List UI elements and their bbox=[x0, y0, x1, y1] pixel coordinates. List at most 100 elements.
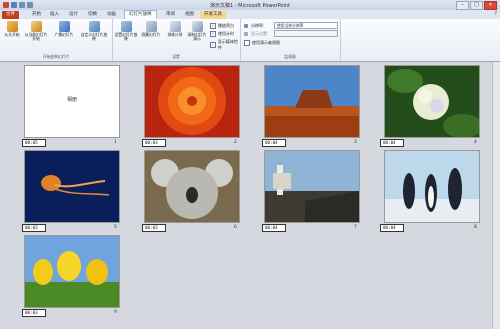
tab-review[interactable]: 审阅 bbox=[162, 11, 179, 19]
slide-number: 4 bbox=[474, 140, 477, 145]
from-beginning-button[interactable]: 从头开始 bbox=[2, 21, 22, 37]
slide-number: 1 bbox=[114, 140, 117, 145]
penguins-photo bbox=[385, 151, 479, 222]
slide-title-text: 相册 bbox=[66, 97, 77, 103]
resolution-icon bbox=[244, 24, 248, 28]
show-media-label: 显示媒体控件 bbox=[217, 39, 238, 50]
from-current-button[interactable]: 从当前幻灯片开始 bbox=[24, 21, 48, 41]
custom-show-label: 自定义幻灯片放映 bbox=[80, 32, 108, 42]
slide-thumbnail-8[interactable] bbox=[384, 150, 480, 223]
presenter-view-label: 使用演示者视图 bbox=[252, 40, 280, 45]
slide-number: 7 bbox=[354, 225, 357, 230]
slide-number: 3 bbox=[354, 140, 357, 145]
slide-thumbnail-7[interactable] bbox=[264, 150, 360, 223]
slide-thumbnail-1[interactable]: 相册 bbox=[24, 65, 120, 138]
tulips-photo bbox=[25, 236, 119, 307]
setup-show-label: 设置幻灯片放映 bbox=[114, 32, 138, 42]
tab-home[interactable]: 开始 bbox=[28, 11, 45, 19]
vertical-scrollbar[interactable] bbox=[492, 62, 500, 329]
lighthouse-photo bbox=[265, 151, 359, 222]
resolution-row: 分辨率: bbox=[244, 23, 264, 29]
slide-thumbnail-9[interactable] bbox=[24, 235, 120, 308]
group-label-monitors: 监视器 bbox=[284, 54, 296, 59]
from-current-label: 从当前幻灯片开始 bbox=[24, 32, 48, 42]
group-setup: 设置幻灯片放映 隐藏幻灯片 排练计时 录制幻灯片演示 ✓ 播放旁白 ✓ 使用计时 ✓… bbox=[112, 19, 241, 61]
group-monitors: 分辨率: 使用当前分辨率 显示位置: 使用演示者视图 监视器 bbox=[240, 19, 341, 61]
hide-slide-icon bbox=[145, 21, 157, 32]
slide-timing: 00:03 bbox=[22, 309, 46, 317]
setup-icon bbox=[120, 21, 132, 32]
rehearse-label: 排练计时 bbox=[167, 32, 183, 37]
slide-number: 2 bbox=[234, 140, 237, 145]
group-label-setup: 设置 bbox=[172, 54, 180, 59]
slide-thumbnail-3[interactable] bbox=[264, 65, 360, 138]
tab-insert[interactable]: 插入 bbox=[46, 11, 63, 19]
use-timings-label: 使用计时 bbox=[218, 31, 234, 36]
monitor-icon bbox=[244, 32, 248, 36]
slide-number: 8 bbox=[474, 225, 477, 230]
close-button[interactable]: ✕ bbox=[484, 1, 497, 10]
flower-photo bbox=[145, 66, 239, 137]
resolution-label: 分辨率: bbox=[251, 23, 265, 28]
stopwatch-icon bbox=[169, 21, 181, 32]
broadcast-label: 广播幻灯片 bbox=[54, 32, 74, 37]
tab-design[interactable]: 设计 bbox=[65, 11, 82, 19]
play-narrations-checkbox[interactable]: ✓ 播放旁白 bbox=[210, 23, 234, 29]
show-on-label: 显示位置: bbox=[251, 31, 269, 36]
desert-photo bbox=[265, 66, 359, 137]
resolution-select[interactable]: 使用当前分辨率 bbox=[274, 22, 338, 29]
slide-timing: 00:03 bbox=[142, 224, 166, 232]
minimize-button[interactable]: – bbox=[456, 1, 469, 10]
presenter-view-checkbox[interactable]: 使用演示者视图 bbox=[244, 40, 280, 46]
use-timings-checkbox[interactable]: ✓ 使用计时 bbox=[210, 31, 234, 37]
rehearse-timings-button[interactable]: 排练计时 bbox=[164, 21, 186, 37]
slide-timing: 00:03 bbox=[22, 224, 46, 232]
broadcast-button[interactable]: 广播幻灯片 bbox=[52, 21, 76, 37]
slide-timing: 00:03 bbox=[142, 139, 166, 147]
tab-developer[interactable]: 开发工具 bbox=[200, 11, 226, 19]
from-beginning-label: 从头开始 bbox=[4, 32, 20, 37]
custom-show-icon bbox=[88, 21, 100, 32]
hide-slide-label: 隐藏幻灯片 bbox=[141, 32, 161, 37]
slide-thumbnail-4[interactable] bbox=[384, 65, 480, 138]
broadcast-icon bbox=[58, 21, 70, 32]
slide-number: 9 bbox=[114, 310, 117, 315]
tab-view[interactable]: 视图 bbox=[181, 11, 198, 19]
window-title: 演示文稿1 - Microsoft PowerPoint bbox=[209, 3, 291, 9]
slide-thumbnail-5[interactable] bbox=[24, 150, 120, 223]
title-bar: 演示文稿1 - Microsoft PowerPoint – □ ✕ bbox=[0, 0, 500, 10]
show-media-controls-checkbox[interactable]: ✓ 显示媒体控件 bbox=[210, 39, 240, 51]
group-label-start-show: 开始放映幻灯片 bbox=[42, 54, 70, 59]
custom-show-button[interactable]: 自定义幻灯片放映 bbox=[80, 21, 108, 41]
record-icon bbox=[191, 21, 203, 32]
help-icon[interactable]: ? bbox=[494, 11, 497, 17]
slide-timing: 00:05 bbox=[22, 139, 46, 147]
show-on-row: 显示位置: bbox=[244, 31, 268, 37]
slide-timing: 00:04 bbox=[262, 139, 286, 147]
slide-thumbnail-2[interactable] bbox=[144, 65, 240, 138]
show-on-select[interactable] bbox=[274, 30, 338, 37]
tab-animations[interactable]: 动画 bbox=[103, 11, 120, 19]
setup-show-button[interactable]: 设置幻灯片放映 bbox=[114, 21, 138, 41]
tab-transitions[interactable]: 切换 bbox=[84, 11, 101, 19]
jellyfish-photo bbox=[25, 151, 119, 222]
slide-number: 5 bbox=[114, 225, 117, 230]
koala-photo bbox=[145, 151, 239, 222]
group-start-slide-show: 从头开始 从当前幻灯片开始 广播幻灯片 自定义幻灯片放映 开始放映幻灯片 bbox=[0, 19, 113, 61]
slide-number: 6 bbox=[234, 225, 237, 230]
slide-timing: 00:04 bbox=[262, 224, 286, 232]
hide-slide-button[interactable]: 隐藏幻灯片 bbox=[140, 21, 162, 37]
slide-sorter-pane: 相册 00:05 1 00:03 2 00:04 3 00:04 4 00:03… bbox=[0, 62, 500, 329]
tab-file[interactable]: 文件 bbox=[2, 11, 19, 19]
slideshow-current-icon bbox=[30, 21, 42, 32]
play-narrations-label: 播放旁白 bbox=[218, 23, 234, 28]
record-label: 录制幻灯片演示 bbox=[187, 32, 207, 42]
slideshow-start-icon bbox=[6, 21, 18, 32]
hydrangea-photo bbox=[385, 66, 479, 137]
maximize-button[interactable]: □ bbox=[470, 1, 483, 10]
slide-thumbnail-6[interactable] bbox=[144, 150, 240, 223]
record-show-button[interactable]: 录制幻灯片演示 bbox=[186, 21, 208, 41]
slide-timing: 00:04 bbox=[380, 139, 404, 147]
ribbon: 从头开始 从当前幻灯片开始 广播幻灯片 自定义幻灯片放映 开始放映幻灯片 设置幻… bbox=[0, 19, 500, 62]
slide-timing: 00:04 bbox=[380, 224, 404, 232]
